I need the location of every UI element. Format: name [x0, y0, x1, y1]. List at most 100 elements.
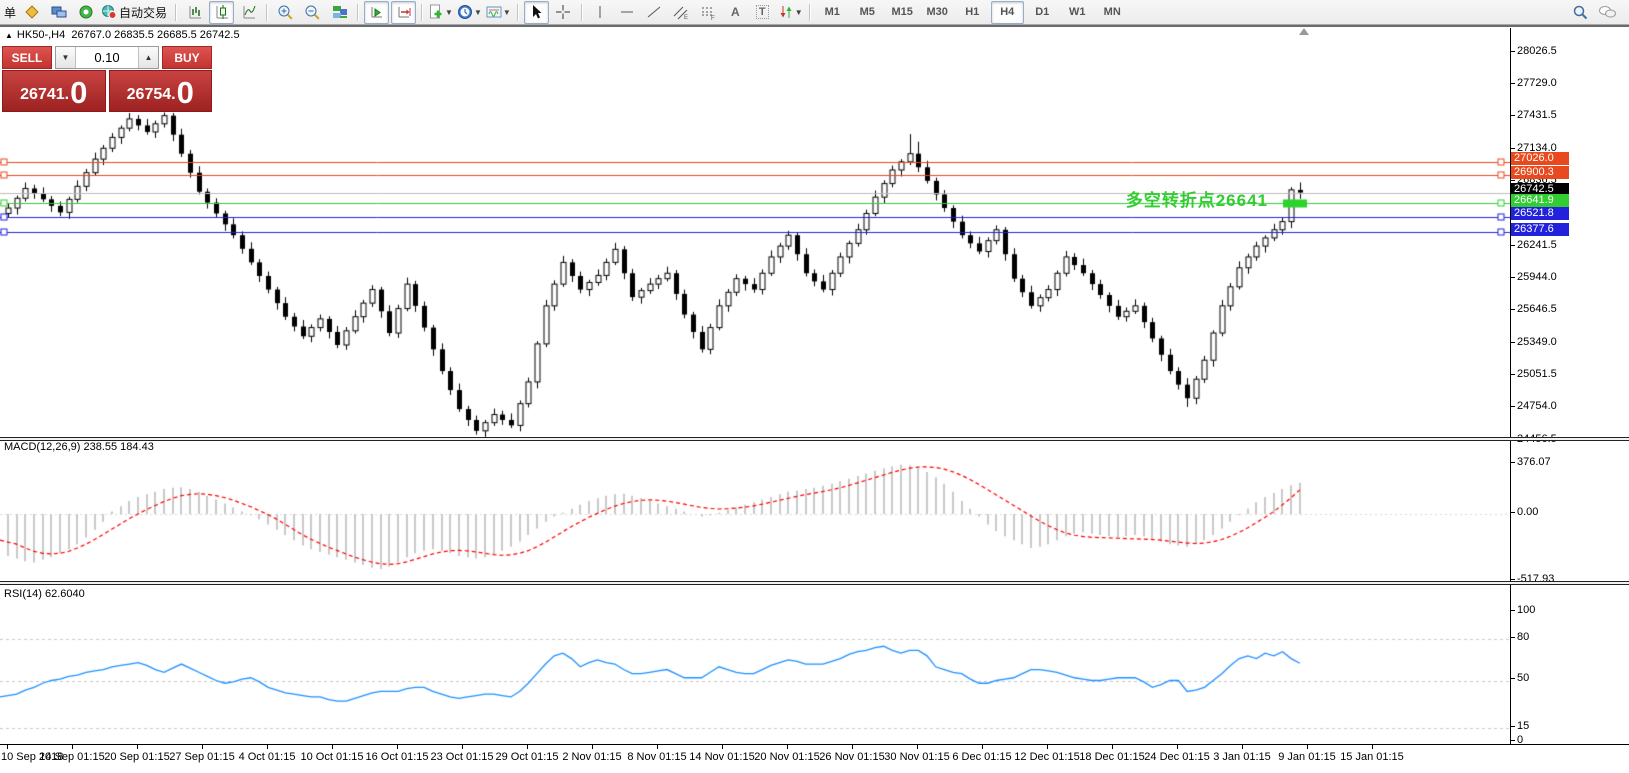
timeframe-m30[interactable]: M30	[921, 1, 954, 24]
zoom-out-button[interactable]	[300, 1, 325, 24]
horizontal-line-tool[interactable]	[615, 1, 640, 24]
indicators-button[interactable]: ▼	[428, 1, 454, 24]
cursor-button[interactable]	[524, 1, 549, 24]
indicators-dropdown-caret[interactable]: ▼	[445, 8, 453, 17]
line-chart-button[interactable]	[236, 1, 261, 24]
line-chart-icon	[241, 4, 257, 20]
vertical-line-icon	[593, 4, 607, 20]
chart-shift-icon	[396, 4, 412, 20]
volume-input[interactable]: 0.10	[76, 47, 138, 68]
time-axis-tick	[1177, 745, 1178, 749]
chart-shift-marker[interactable]	[1299, 28, 1309, 35]
price-tick-label: 27431.5	[1517, 109, 1557, 121]
search-button[interactable]	[1568, 1, 1593, 24]
text-tool-icon: A	[731, 5, 740, 19]
time-axis-tick	[1372, 745, 1373, 749]
toolbar-separator	[266, 4, 268, 21]
periods-button[interactable]: ▼	[456, 1, 483, 24]
rsi-splitter[interactable]	[0, 581, 1629, 585]
rsi-canvas[interactable]	[0, 588, 1510, 746]
fibonacci-tool[interactable]: F	[696, 1, 721, 24]
vertical-line-tool[interactable]	[588, 1, 613, 24]
arrows-dropdown-caret[interactable]: ▼	[795, 8, 803, 17]
bar-chart-button[interactable]	[182, 1, 207, 24]
price-tick-label: 25944.0	[1517, 271, 1557, 283]
tile-windows-icon	[332, 4, 348, 20]
chat-button[interactable]	[1595, 1, 1620, 24]
bar-chart-icon	[187, 4, 203, 20]
price-level-label[interactable]: 27026.0	[1511, 152, 1569, 165]
buy-price-panel[interactable]: 26754.0	[109, 70, 213, 112]
time-axis-tick	[332, 745, 333, 749]
sell-price-panel[interactable]: 26741.0	[2, 70, 106, 112]
volume-stepper: ▼ 0.10 ▲	[55, 46, 159, 69]
monitors-icon	[51, 4, 67, 20]
main-toolbar: 单 自动交易 ▼ ▼	[0, 0, 1629, 25]
horizontal-line-icon	[619, 4, 635, 20]
price-axis-border	[1510, 28, 1511, 744]
timeframe-m1[interactable]: M1	[816, 1, 849, 24]
toolbar-separator	[581, 4, 583, 21]
price-level-label[interactable]: 26521.8	[1511, 207, 1569, 220]
timeframe-h1[interactable]: H1	[956, 1, 989, 24]
periods-dropdown-caret[interactable]: ▼	[474, 8, 482, 17]
indicators-icon	[429, 4, 444, 20]
price-level-label[interactable]: 26377.6	[1511, 223, 1569, 236]
rsi-tick-label: 80	[1517, 631, 1529, 643]
timeframe-m15[interactable]: M15	[886, 1, 919, 24]
time-axis-tick	[137, 745, 138, 749]
toolbar-separator	[809, 4, 811, 21]
panel-collapse-icon[interactable]: ▲	[5, 31, 13, 40]
autotrading-button[interactable]: 自动交易	[100, 1, 170, 24]
zoom-in-button[interactable]	[273, 1, 298, 24]
macd-splitter[interactable]	[0, 437, 1629, 441]
equidistant-channel-tool[interactable]: E	[669, 1, 694, 24]
signals-button[interactable]	[73, 1, 98, 24]
mt-terminal: { "toolbar": { "new_order_partial": "单",…	[0, 0, 1629, 773]
price-tick-label: 24754.0	[1517, 400, 1557, 412]
sell-price-big-digit: 0	[70, 77, 87, 108]
price-tick-label: 25349.0	[1517, 336, 1557, 348]
chat-bubbles-icon	[1598, 4, 1617, 20]
zoom-out-icon	[304, 4, 321, 20]
timeframe-w1[interactable]: W1	[1061, 1, 1094, 24]
rsi-tick-label: 15	[1517, 720, 1529, 732]
auto-scroll-button[interactable]	[364, 1, 389, 24]
trendline-tool[interactable]	[642, 1, 667, 24]
chart-shift-button[interactable]	[391, 1, 416, 24]
timeframe-mn[interactable]: MN	[1096, 1, 1129, 24]
text-tool[interactable]: A	[723, 1, 748, 24]
timeframe-m5[interactable]: M5	[851, 1, 884, 24]
price-level-label[interactable]: 26900.3	[1511, 166, 1569, 179]
time-axis-tick	[267, 745, 268, 749]
time-axis-tick	[527, 745, 528, 749]
order-book-button[interactable]	[19, 1, 44, 24]
volume-increase-button[interactable]: ▲	[138, 47, 158, 68]
toolbar-separator	[517, 4, 519, 21]
one-click-trading-panel: SELL ▼ 0.10 ▲ BUY 26741.0 26754.0	[2, 46, 212, 112]
templates-dropdown-caret[interactable]: ▼	[503, 8, 511, 17]
tile-windows-button[interactable]	[327, 1, 352, 24]
timeframe-d1[interactable]: D1	[1026, 1, 1059, 24]
main-chart-canvas[interactable]	[0, 30, 1510, 439]
text-label-tool[interactable]: T	[750, 1, 775, 24]
toolbar-separator	[175, 4, 177, 21]
turning-point-annotation[interactable]: 多空转折点26641	[1068, 186, 1268, 211]
buy-price-big-digit: 0	[177, 77, 194, 108]
price-level-label[interactable]: 26641.9	[1511, 194, 1569, 207]
buy-button[interactable]: BUY	[162, 46, 212, 69]
new-order-button[interactable]: 单	[4, 4, 16, 21]
time-axis-tick	[1047, 745, 1048, 749]
volume-decrease-button[interactable]: ▼	[56, 47, 76, 68]
time-axis-tick	[982, 745, 983, 749]
terminals-button[interactable]	[46, 1, 71, 24]
timeframe-h4[interactable]: H4	[991, 1, 1024, 24]
crosshair-button[interactable]	[551, 1, 576, 24]
macd-canvas[interactable]	[0, 443, 1510, 583]
buy-price: 26754	[127, 82, 172, 108]
templates-button[interactable]: ▼	[485, 1, 512, 24]
candlestick-chart-button[interactable]	[209, 1, 234, 24]
arrows-tool[interactable]: ▼	[777, 1, 804, 24]
auto-scroll-icon	[369, 4, 385, 20]
sell-button[interactable]: SELL	[2, 46, 52, 69]
